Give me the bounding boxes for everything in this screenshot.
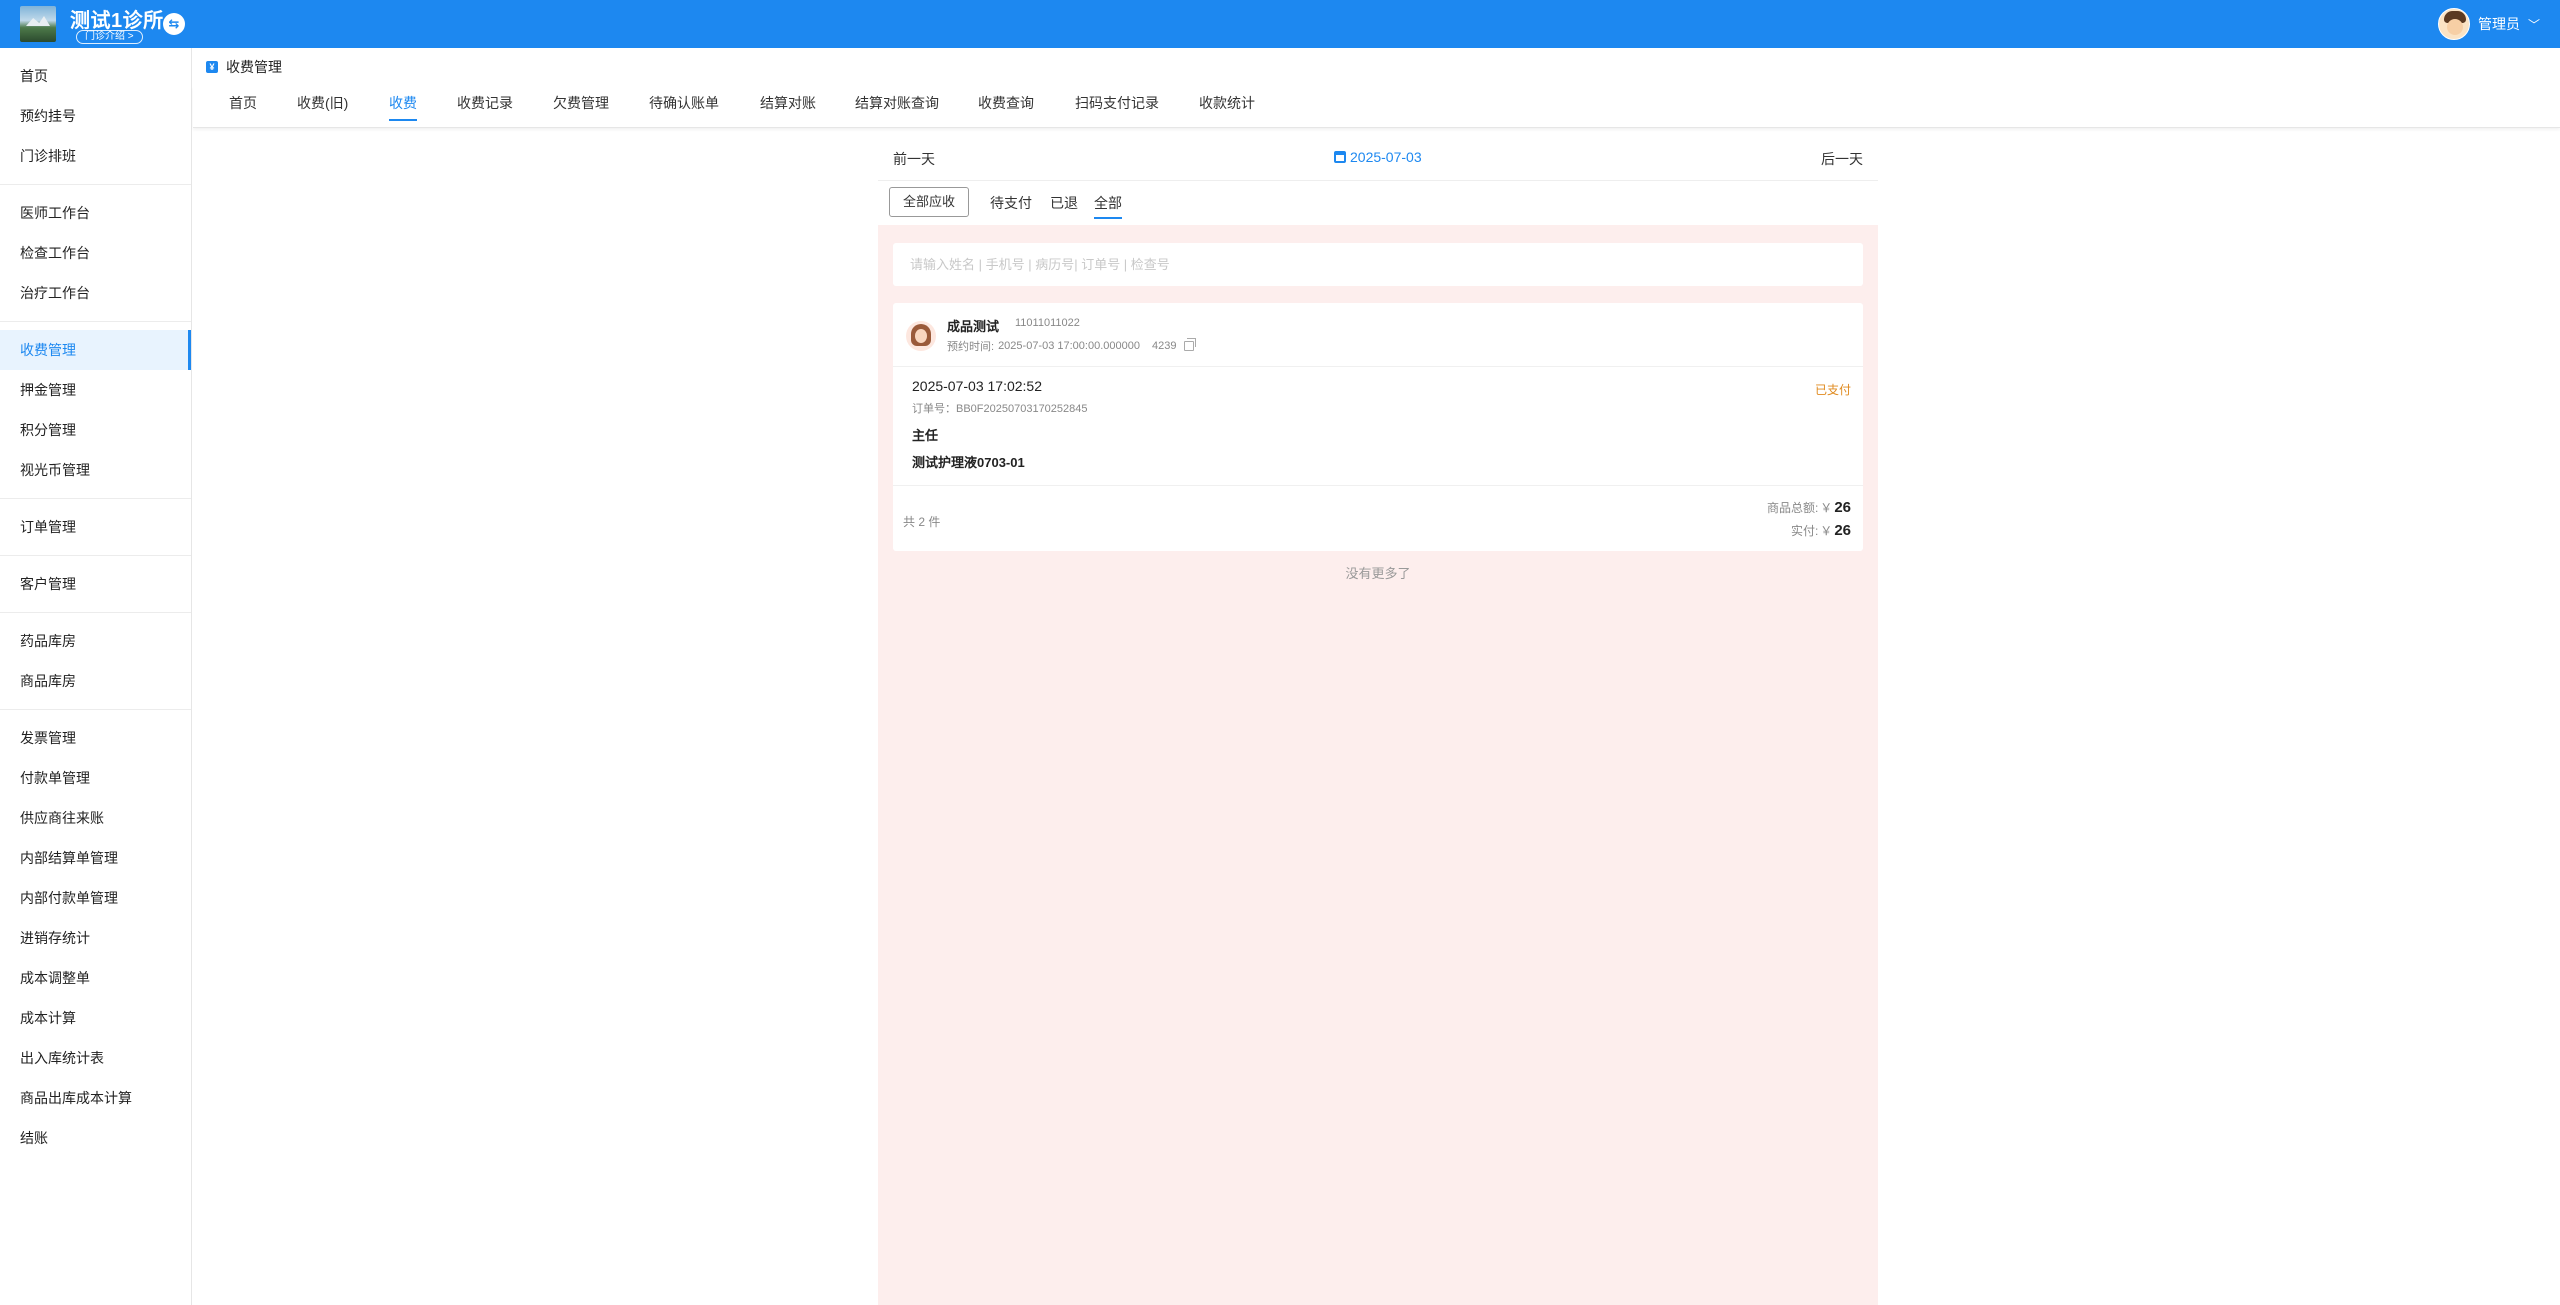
sidebar-item[interactable]: 检查工作台: [0, 233, 191, 273]
search-box: [893, 243, 1863, 286]
sidebar-item[interactable]: 视光币管理: [0, 450, 191, 490]
sidebar-item[interactable]: 发票管理: [0, 718, 191, 758]
order-card[interactable]: 成品测试 11011011022 预约时间: 2025-07-03 17:00:…: [893, 303, 1863, 551]
order-list: 成品测试 11011011022 预约时间: 2025-07-03 17:00:…: [878, 225, 1878, 1305]
goods-total-label: 商品总额:: [1766, 501, 1819, 515]
date-value: 2025-07-03: [1350, 149, 1422, 165]
prev-day-button[interactable]: 前一天: [893, 149, 935, 169]
copy-icon[interactable]: [1184, 338, 1197, 351]
sidebar-group: 首页 预约挂号 门诊排班: [0, 48, 191, 185]
sidebar-item[interactable]: 医师工作台: [0, 193, 191, 233]
charge-panel: 前一天 2025-07-03 后一天 全部应收 待支付 已退 全部 成品测试 1…: [878, 136, 1878, 1305]
sidebar-item[interactable]: 药品库房: [0, 621, 191, 661]
top-bar: 测试1诊所 门诊介绍 > ⇆ 管理员 ﹀: [0, 0, 2560, 48]
sidebar-item[interactable]: 治疗工作台: [0, 273, 191, 313]
sidebar-item[interactable]: 收费管理: [0, 330, 191, 370]
breadcrumb: ¥ 收费管理: [206, 57, 282, 77]
tab[interactable]: 收费记录: [457, 86, 513, 128]
goods-total-amount: 26: [1834, 499, 1851, 516]
sidebar-item[interactable]: 押金管理: [0, 370, 191, 410]
paid-label: 实付:: [1790, 524, 1819, 538]
module-icon: ¥: [206, 61, 218, 73]
sidebar-item[interactable]: 预约挂号: [0, 96, 191, 136]
patient-name: 成品测试: [947, 319, 1000, 334]
filter-tab-pending[interactable]: 待支付: [990, 193, 1032, 219]
search-input[interactable]: [893, 243, 1863, 286]
sidebar-item[interactable]: 内部结算单管理: [0, 838, 191, 878]
sidebar-item[interactable]: 进销存统计: [0, 918, 191, 958]
calendar-icon: [1334, 151, 1346, 163]
user-menu[interactable]: 管理员 ﹀: [2437, 7, 2540, 41]
filter-tab-refunded[interactable]: 已退: [1050, 193, 1078, 219]
user-name[interactable]: 管理员: [2478, 14, 2520, 34]
sidebar-item[interactable]: 付款单管理: [0, 758, 191, 798]
sidebar-item[interactable]: 订单管理: [0, 507, 191, 547]
page-title: 收费管理: [226, 59, 282, 75]
tab[interactable]: 收款统计: [1199, 86, 1255, 128]
tab[interactable]: 结算对账查询: [855, 86, 939, 128]
goods-total-currency: ￥: [1820, 501, 1833, 515]
sidebar-item[interactable]: 门诊排班: [0, 136, 191, 176]
next-day-button[interactable]: 后一天: [1821, 149, 1863, 169]
no-more-text: 没有更多了: [1345, 566, 1411, 581]
clinic-intro-button[interactable]: 门诊介绍 >: [76, 30, 143, 44]
date-bar: 前一天 2025-07-03 后一天: [878, 136, 1878, 181]
sidebar-group: 药品库房 商品库房: [0, 613, 191, 710]
order-card-header: 成品测试 11011011022 预约时间: 2025-07-03 17:00:…: [893, 303, 1863, 367]
sidebar-item[interactable]: 供应商往来账: [0, 798, 191, 838]
tab[interactable]: 收费查询: [978, 86, 1034, 128]
sidebar-item[interactable]: 首页: [0, 56, 191, 96]
sidebar-item[interactable]: 商品出库成本计算: [0, 1078, 191, 1118]
sidebar-group: 医师工作台 检查工作台 治疗工作台: [0, 185, 191, 322]
tab[interactable]: 待确认账单: [649, 86, 719, 128]
paid-currency: ￥: [1820, 524, 1833, 538]
module-tabs: 首页 收费(旧) 收费 收费记录 欠费管理 待确认账单 结算对账 结算对账查询 收费查询 扫码支付…: [193, 86, 2560, 128]
tab[interactable]: 扫码支付记录: [1075, 86, 1159, 128]
sidebar-item[interactable]: 成本计算: [0, 998, 191, 1038]
item-name: 测试护理液0703-01: [912, 455, 1025, 470]
clinic-logo: [20, 6, 56, 42]
status-filters: 全部应收 待支付 已退 全部: [878, 181, 1878, 225]
item-count: 共 2 件: [903, 515, 941, 529]
switch-icon[interactable]: ⇆: [163, 13, 185, 35]
sidebar-item[interactable]: 成本调整单: [0, 958, 191, 998]
paid-amount: 26: [1834, 522, 1851, 539]
clinic-name: 测试1诊所: [70, 10, 164, 32]
sidebar-item[interactable]: 客户管理: [0, 564, 191, 604]
all-due-button[interactable]: 全部应收: [889, 187, 970, 217]
doctor-name: 主任: [912, 428, 939, 443]
tab[interactable]: 结算对账: [760, 86, 816, 128]
goods-total: 商品总额: ￥ 26: [1767, 499, 1851, 516]
sidebar-group: 订单管理: [0, 499, 191, 556]
appointment-label: 预约时间:: [947, 341, 995, 353]
chevron-down-icon[interactable]: ﹀: [2528, 16, 2540, 33]
appointment-info: 预约时间: 2025-07-03 17:00:00.000000 4239: [947, 338, 1197, 354]
tab[interactable]: 收费(旧): [297, 86, 348, 128]
avatar[interactable]: [2437, 8, 2470, 40]
order-time: 2025-07-03 17:02:52: [912, 378, 1042, 394]
sidebar-item[interactable]: 内部付款单管理: [0, 878, 191, 918]
sidebar: 首页 预约挂号 门诊排班 医师工作台 检查工作台 治疗工作台 收费管理 押金管理 积分管理 视光币…: [0, 48, 192, 1305]
patient-avatar: [906, 321, 936, 351]
sidebar-group: 收费管理 押金管理 积分管理 视光币管理: [0, 322, 191, 499]
sidebar-item[interactable]: 商品库房: [0, 661, 191, 701]
tab[interactable]: 收费: [389, 86, 417, 128]
paid-total: 实付: ￥ 26: [1791, 522, 1851, 539]
sidebar-item[interactable]: 结账: [0, 1118, 191, 1158]
patient-phone: 11011011022: [1015, 317, 1080, 329]
tab[interactable]: 首页: [229, 86, 257, 128]
order-card-footer: 共 2 件 商品总额: ￥ 26 实付: ￥ 26: [893, 485, 1863, 551]
sidebar-group: 客户管理: [0, 556, 191, 613]
status-badge: 已支付: [1814, 383, 1851, 397]
sidebar-item[interactable]: 积分管理: [0, 410, 191, 450]
appointment-time: 2025-07-03 17:00:00.000000: [998, 340, 1140, 352]
order-number: 订单号：BB0F20250703170252845: [912, 403, 1088, 415]
filter-tab-all[interactable]: 全部: [1094, 193, 1122, 219]
date-picker[interactable]: 2025-07-03: [1334, 149, 1422, 165]
appointment-code: 4239: [1151, 340, 1177, 352]
tab[interactable]: 欠费管理: [553, 86, 609, 128]
sidebar-item[interactable]: 出入库统计表: [0, 1038, 191, 1078]
sidebar-group: 发票管理 付款单管理 供应商往来账 内部结算单管理 内部付款单管理 进销存统计 成本调整单成…: [0, 710, 191, 1166]
